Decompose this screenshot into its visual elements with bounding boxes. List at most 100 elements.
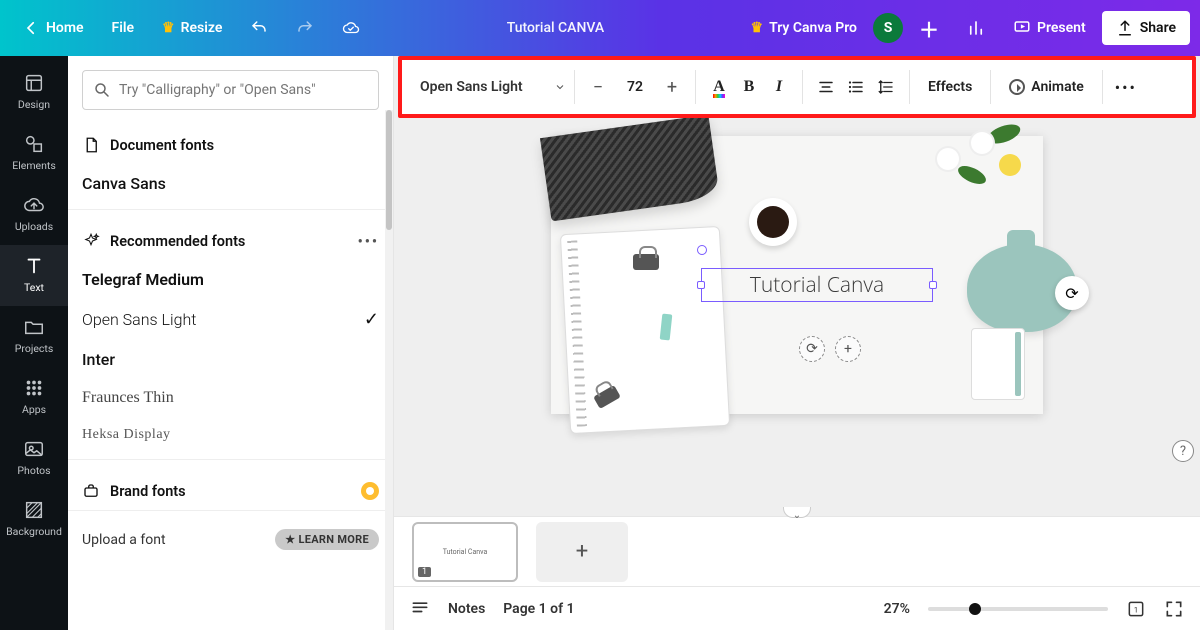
- rotate-handle[interactable]: [697, 245, 707, 255]
- bold-button[interactable]: B: [734, 72, 764, 102]
- top-header: Home File ♛ Resize Tutorial CANVA ♛ Try …: [0, 0, 1200, 56]
- rail-apps[interactable]: Apps: [0, 367, 68, 428]
- home-button[interactable]: Home: [10, 11, 96, 45]
- text-color-button[interactable]: A: [704, 72, 734, 102]
- font-inter[interactable]: Inter: [68, 340, 393, 379]
- resize-handle-left[interactable]: [697, 281, 705, 289]
- redo-icon: [296, 19, 314, 37]
- recommended-fonts-header: Recommended fonts •••: [68, 216, 393, 260]
- avatar[interactable]: S: [873, 13, 903, 43]
- learn-more-button[interactable]: ★ LEARN MORE: [275, 529, 379, 550]
- font-size-decrease[interactable]: −: [583, 77, 613, 98]
- rail-design[interactable]: Design: [0, 62, 68, 123]
- briefcase-icon: [82, 482, 100, 500]
- add-page-button[interactable]: +: [536, 522, 628, 582]
- font-search[interactable]: [82, 70, 379, 110]
- try-pro-button[interactable]: ♛ Try Canva Pro: [739, 12, 869, 44]
- page-thumbnail-1[interactable]: Tutorial Canva 1: [412, 522, 518, 582]
- text-color-icon: A: [713, 78, 725, 96]
- font-open-sans-light[interactable]: Open Sans Light✓: [68, 299, 393, 340]
- font-telegraf-medium[interactable]: Telegraf Medium: [68, 260, 393, 299]
- recommended-more-button[interactable]: •••: [358, 233, 379, 250]
- undo-button[interactable]: [238, 11, 280, 45]
- panel-scrollbar[interactable]: [385, 110, 393, 630]
- present-button[interactable]: Present: [1001, 11, 1098, 45]
- canvas-viewport[interactable]: Tutorial Canva ⟳ + ⟳ ?: [394, 118, 1200, 516]
- text-content[interactable]: Tutorial Canva: [750, 271, 884, 299]
- insights-button[interactable]: [955, 11, 997, 45]
- fullscreen-button[interactable]: [1164, 599, 1184, 619]
- font-heksa-display[interactable]: Heksa Display: [68, 417, 393, 453]
- add-member-button[interactable]: ＋: [907, 6, 951, 51]
- search-icon: [93, 81, 111, 99]
- font-family-selector[interactable]: Open Sans Light: [416, 79, 566, 95]
- duplicate-button[interactable]: ⟳: [799, 336, 825, 362]
- page-number-badge: 1: [418, 567, 431, 577]
- rail-elements[interactable]: Elements: [0, 123, 68, 184]
- upload-font-row[interactable]: Upload a font ★ LEARN MORE: [68, 510, 393, 568]
- cloud-upload-icon: [23, 194, 45, 216]
- apps-icon: [23, 377, 45, 399]
- notes-button[interactable]: [410, 599, 430, 619]
- font-fraunces-thin[interactable]: Fraunces Thin: [68, 379, 393, 417]
- notes-label[interactable]: Notes: [448, 601, 485, 617]
- page-strip: ⌄ Tutorial Canva 1 +: [394, 516, 1200, 586]
- list-button[interactable]: [841, 72, 871, 102]
- notes-icon: [410, 599, 430, 619]
- font-size-field[interactable]: 72: [613, 79, 657, 95]
- page-canvas[interactable]: Tutorial Canva ⟳ + ⟳: [551, 136, 1043, 414]
- list-icon: [847, 78, 865, 96]
- font-canva-sans[interactable]: Canva Sans: [68, 164, 393, 203]
- file-menu[interactable]: File: [100, 12, 147, 44]
- spacing-button[interactable]: [871, 72, 901, 102]
- chevron-down-icon: [554, 81, 566, 93]
- rail-background[interactable]: Background: [0, 489, 68, 550]
- rail-uploads[interactable]: Uploads: [0, 184, 68, 245]
- text-toolbar-highlight: Open Sans Light − 72 + A B I: [398, 56, 1196, 118]
- shapes-icon: [23, 133, 45, 155]
- page-indicator: Page 1 of 1: [503, 601, 574, 617]
- cloud-sync-button[interactable]: [330, 11, 372, 45]
- document-title[interactable]: Tutorial CANVA: [507, 20, 604, 36]
- check-icon: ✓: [364, 309, 379, 330]
- zoom-slider[interactable]: [928, 607, 1108, 611]
- add-element-button[interactable]: +: [835, 336, 861, 362]
- decor-binder-clip: [633, 254, 659, 270]
- collapse-pages-icon[interactable]: ⌄: [793, 510, 801, 521]
- hatch-icon: [23, 499, 45, 521]
- resize-button[interactable]: ♛ Resize: [150, 12, 234, 44]
- effects-button[interactable]: Effects: [918, 79, 982, 95]
- spacing-icon: [877, 78, 895, 96]
- text-icon: [23, 255, 45, 277]
- brand-fonts-header: Brand fonts: [68, 466, 393, 510]
- share-button[interactable]: Share: [1102, 11, 1190, 45]
- align-center-icon: [817, 78, 835, 96]
- font-size-increase[interactable]: +: [657, 77, 687, 98]
- help-button[interactable]: ?: [1172, 440, 1194, 462]
- rail-photos[interactable]: Photos: [0, 428, 68, 489]
- selected-text-element[interactable]: Tutorial Canva: [701, 268, 933, 302]
- bar-chart-icon: [967, 19, 985, 37]
- svg-text:1: 1: [1134, 605, 1138, 614]
- redo-button[interactable]: [284, 11, 326, 45]
- grid-view-button[interactable]: 1: [1126, 599, 1146, 619]
- grid-icon: 1: [1126, 599, 1146, 619]
- text-toolbar: Open Sans Light − 72 + A B I: [408, 66, 1186, 108]
- sync-button[interactable]: ⟳: [1055, 276, 1089, 310]
- undo-icon: [250, 19, 268, 37]
- zoom-slider-knob[interactable]: [969, 603, 981, 615]
- folder-icon: [23, 316, 45, 338]
- italic-button[interactable]: I: [764, 72, 794, 102]
- rail-projects[interactable]: Projects: [0, 306, 68, 367]
- document-icon: [82, 136, 100, 154]
- floating-element-tools: ⟳ +: [799, 336, 861, 362]
- zoom-percent[interactable]: 27%: [884, 601, 910, 617]
- font-search-input[interactable]: [119, 82, 368, 98]
- decor-flowers: [927, 118, 1047, 198]
- font-panel: Document fonts Canva Sans Recommended fo…: [68, 56, 394, 630]
- more-toolbar-button[interactable]: •••: [1111, 72, 1141, 102]
- rail-text[interactable]: Text: [0, 245, 68, 306]
- align-button[interactable]: [811, 72, 841, 102]
- animate-button[interactable]: Animate: [999, 79, 1094, 95]
- resize-handle-right[interactable]: [929, 281, 937, 289]
